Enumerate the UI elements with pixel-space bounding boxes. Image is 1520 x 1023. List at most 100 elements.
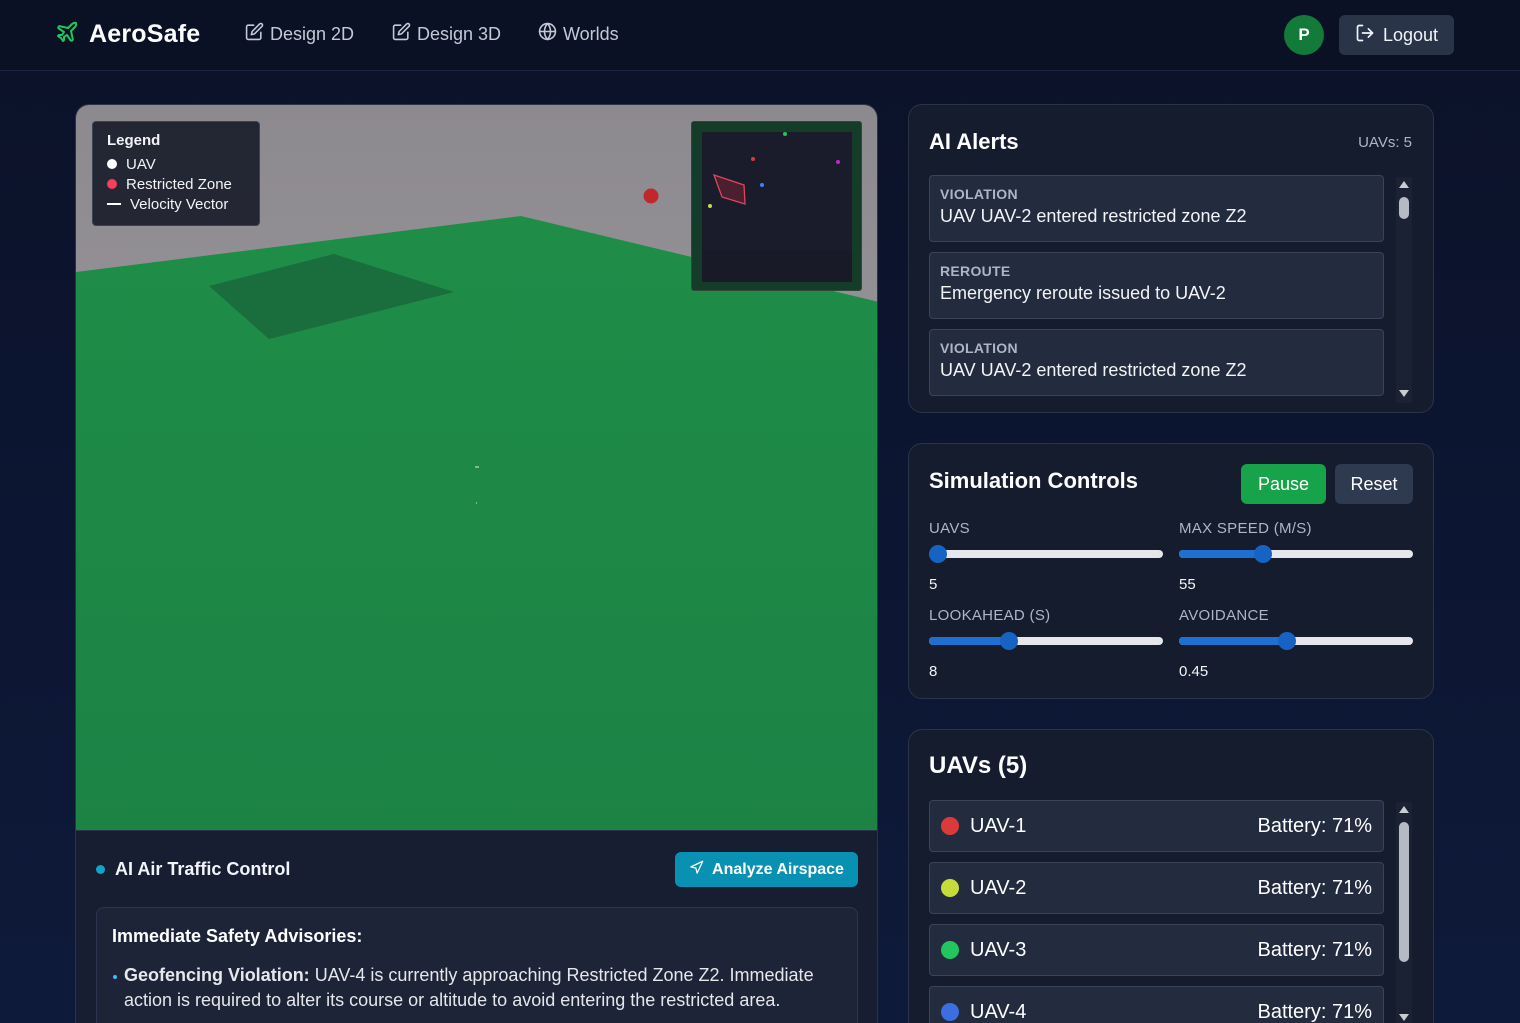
ai-alerts-card: AI Alerts UAVs: 5 VIOLATION UAV UAV-2 en… bbox=[908, 104, 1434, 413]
uav-list-item[interactable]: UAV-3 Battery: 71% bbox=[929, 924, 1384, 976]
logout-button[interactable]: Logout bbox=[1339, 15, 1454, 55]
minimap-uav bbox=[783, 132, 787, 136]
plane-icon bbox=[55, 20, 79, 49]
control-value: 0.45 bbox=[1179, 663, 1209, 680]
slider-fill bbox=[1179, 550, 1264, 558]
scrollbar-thumb[interactable] bbox=[1399, 197, 1409, 219]
alerts-scrollbar[interactable] bbox=[1396, 177, 1412, 403]
alert-message: Emergency reroute issued to UAV-2 bbox=[940, 283, 1226, 303]
avoidance-slider[interactable] bbox=[1179, 632, 1413, 650]
alert-item[interactable]: REROUTE Emergency reroute issued to UAV-… bbox=[929, 252, 1384, 319]
control-label: LOOKAHEAD (S) bbox=[929, 607, 1051, 624]
scroll-down-icon[interactable] bbox=[1399, 390, 1409, 397]
slider-thumb[interactable] bbox=[1277, 632, 1296, 650]
alert-message: UAV UAV-2 entered restricted zone Z2 bbox=[940, 360, 1247, 380]
control-value: 55 bbox=[1179, 576, 1196, 593]
minimap[interactable] bbox=[691, 121, 862, 291]
nav-design-2d[interactable]: Design 2D bbox=[245, 22, 354, 46]
alert-item[interactable]: VIOLATION UAV UAV-2 entered restricted z… bbox=[929, 175, 1384, 242]
minimap-uav bbox=[836, 160, 840, 164]
uav-list-scrollbar[interactable] bbox=[1396, 802, 1412, 1023]
edit-icon bbox=[392, 22, 411, 46]
avoidance-slider-control: AVOIDANCE 0.45 bbox=[1179, 607, 1413, 680]
uav-name: UAV-4 bbox=[970, 1000, 1027, 1023]
edit-icon bbox=[245, 22, 264, 46]
globe-icon bbox=[538, 22, 557, 46]
ground-plane bbox=[76, 216, 877, 830]
restricted-zone-marker bbox=[643, 188, 659, 204]
scrollbar-thumb[interactable] bbox=[1399, 822, 1409, 962]
uav-list-item[interactable]: UAV-1 Battery: 71% bbox=[929, 800, 1384, 852]
uav-list-item[interactable]: UAV-2 Battery: 71% bbox=[929, 862, 1384, 914]
scroll-up-icon[interactable] bbox=[1399, 806, 1409, 813]
alerts-title: AI Alerts bbox=[929, 129, 1019, 154]
nav-design-3d[interactable]: Design 3D bbox=[392, 22, 501, 46]
slider-fill bbox=[1179, 637, 1287, 645]
scroll-up-icon[interactable] bbox=[1399, 181, 1409, 188]
logout-icon bbox=[1355, 23, 1375, 48]
lookahead-slider-control: LOOKAHEAD (S) 8 bbox=[929, 607, 1163, 680]
reset-button[interactable]: Reset bbox=[1335, 464, 1413, 504]
control-label: AVOIDANCE bbox=[1179, 607, 1269, 624]
slider-thumb[interactable] bbox=[1254, 545, 1273, 563]
legend-label: Velocity Vector bbox=[130, 195, 229, 213]
top-navbar: AeroSafe Design 2D Design 3D Worlds P Lo… bbox=[0, 0, 1520, 71]
uav-count-label: UAVs: 5 bbox=[1358, 134, 1412, 151]
analyze-airspace-button[interactable]: Analyze Airspace bbox=[675, 852, 858, 887]
status-dot-icon bbox=[96, 865, 105, 874]
user-avatar[interactable]: P bbox=[1284, 15, 1324, 55]
uav-name: UAV-3 bbox=[970, 938, 1027, 961]
legend-item-uav: UAV bbox=[107, 154, 245, 174]
alert-type: VIOLATION bbox=[940, 186, 1018, 202]
uav-battery: Battery: 71% bbox=[1257, 814, 1372, 837]
lookahead-slider[interactable] bbox=[929, 632, 1163, 650]
simulation-controls-card: Simulation Controls Pause Reset UAVS 5 M… bbox=[908, 443, 1434, 699]
slider-thumb[interactable] bbox=[929, 545, 948, 563]
scene-viewport[interactable]: Legend UAV Restricted Zone Velocity Vect… bbox=[75, 104, 878, 831]
advisory-title: Immediate Safety Advisories: bbox=[112, 926, 363, 946]
max-speed-slider[interactable] bbox=[1179, 545, 1413, 563]
minimap-restricted-zone bbox=[712, 173, 746, 205]
legend-label: Restricted Zone bbox=[126, 175, 232, 193]
uav-dot-icon bbox=[107, 159, 117, 169]
control-label: UAVS bbox=[929, 520, 970, 537]
uav-color-dot bbox=[941, 879, 959, 897]
alert-type: VIOLATION bbox=[940, 340, 1018, 356]
legend-item-velocity-vector: Velocity Vector bbox=[107, 194, 245, 214]
uav-list-item[interactable]: UAV-4 Battery: 71% bbox=[929, 986, 1384, 1023]
alert-item[interactable]: VIOLATION UAV UAV-2 entered restricted z… bbox=[929, 329, 1384, 396]
minimap-uav bbox=[708, 204, 712, 208]
minimap-uav bbox=[760, 183, 764, 187]
nav-label: Design 2D bbox=[270, 23, 355, 44]
uav-name: UAV-1 bbox=[970, 814, 1027, 837]
nav-label: Design 3D bbox=[417, 23, 502, 44]
uavs-slider-control: UAVS 5 bbox=[929, 520, 1163, 593]
control-value: 5 bbox=[929, 576, 938, 593]
pause-button[interactable]: Pause bbox=[1241, 464, 1326, 504]
scroll-down-icon[interactable] bbox=[1399, 1014, 1409, 1021]
send-icon bbox=[689, 860, 704, 880]
control-value: 8 bbox=[929, 663, 938, 680]
uav-color-dot bbox=[941, 1003, 959, 1021]
logout-label: Logout bbox=[1382, 24, 1439, 45]
atc-title: AI Air Traffic Control bbox=[115, 859, 291, 879]
nav-worlds[interactable]: Worlds bbox=[538, 22, 619, 46]
minimap-uav bbox=[751, 157, 755, 161]
slider-thumb[interactable] bbox=[999, 632, 1018, 650]
restricted-dot-icon bbox=[107, 179, 117, 189]
simulation-title: Simulation Controls bbox=[929, 468, 1138, 493]
advisory-item: Geofencing Violation: UAV-4 is currently… bbox=[112, 963, 842, 1013]
nav-label: Worlds bbox=[563, 23, 619, 44]
uav-battery: Battery: 71% bbox=[1257, 876, 1372, 899]
uav-battery: Battery: 71% bbox=[1257, 938, 1372, 961]
legend-title: Legend bbox=[107, 132, 161, 149]
uavs-slider[interactable] bbox=[929, 545, 1163, 563]
line-icon bbox=[107, 203, 121, 205]
brand-name: AeroSafe bbox=[89, 20, 201, 48]
legend-item-restricted-zone: Restricted Zone bbox=[107, 174, 245, 194]
legend: Legend UAV Restricted Zone Velocity Vect… bbox=[92, 121, 260, 226]
atc-header: AI Air Traffic Control bbox=[96, 859, 290, 880]
uav-color-dot bbox=[941, 941, 959, 959]
legend-label: UAV bbox=[126, 155, 156, 173]
brand-logo[interactable]: AeroSafe bbox=[55, 20, 200, 49]
